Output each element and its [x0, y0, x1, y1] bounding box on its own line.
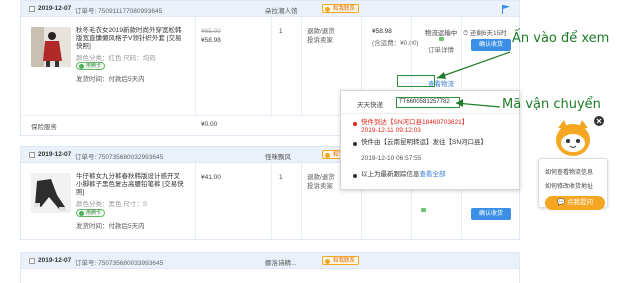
- annotation-click-note: Ấn vào để xem: [512, 31, 610, 46]
- divider: [301, 163, 302, 239]
- contact-seller-button[interactable]: 和我联系: [322, 256, 360, 265]
- order-checkbox[interactable]: [29, 152, 35, 158]
- divider: [301, 17, 302, 115]
- order-total: ¥58.98: [372, 28, 392, 35]
- divider: [195, 17, 196, 115]
- order-header: 2019-12-07 订单号: 750911177080993645 朵拉潮人馆…: [21, 1, 519, 17]
- ask-icon: 💬: [557, 199, 567, 206]
- refund-link[interactable]: 退款/退货: [307, 173, 335, 182]
- tracking-event: 快件到达【SN河口县18469703621】: [361, 119, 469, 126]
- close-icon[interactable]: [594, 116, 604, 126]
- timeline-dot-icon: [353, 142, 357, 146]
- order-status: 物流运输中: [424, 30, 458, 37]
- annotation-tracking-note: Mã vận chuyển: [502, 97, 601, 112]
- order-date: 2019-12-07: [38, 5, 72, 12]
- delivery-note: 发货时间：付款后5天内: [76, 223, 145, 230]
- order-date: 2019-12-07: [38, 257, 72, 264]
- timeline-dot-icon: [353, 122, 357, 126]
- insurance-value: ¥0.00: [201, 121, 218, 128]
- confirm-receipt-button[interactable]: 确认收货: [471, 39, 511, 51]
- tracking-number[interactable]: TT6600581257782: [396, 97, 460, 108]
- insurance-label: 保险服务: [31, 124, 57, 131]
- complain-link[interactable]: 投诉卖家: [307, 36, 333, 45]
- tracking-footer: 以上为最新跟踪信息查看全部: [361, 171, 511, 179]
- assistant-mascot-icon[interactable]: [552, 120, 594, 160]
- divider: [271, 17, 272, 115]
- message-icon: [421, 208, 426, 212]
- check-icon: [78, 64, 84, 69]
- contact-seller-button[interactable]: 和我联系: [322, 4, 360, 13]
- view-all-link[interactable]: 查看全部: [420, 171, 446, 178]
- order-checkbox[interactable]: [29, 6, 35, 12]
- order-date: 2019-12-07: [38, 151, 72, 158]
- order-number: 订单号: 750735680032993645: [75, 154, 164, 161]
- unit-price: ¥41.00: [201, 174, 221, 181]
- badge-label: 用腾卡: [86, 63, 102, 69]
- product-image[interactable]: [31, 173, 71, 213]
- divider: [341, 113, 519, 114]
- clock-icon: ⏱: [463, 30, 470, 37]
- card-badge: 用腾卡: [76, 62, 106, 70]
- product-spec: 颜色分类：黑色 尺寸：S: [76, 201, 148, 208]
- ask-question-button[interactable]: 💬 点我提问: [545, 196, 605, 210]
- card-badge: 用腾卡: [76, 209, 106, 217]
- complain-link[interactable]: 投诉卖家: [307, 182, 333, 191]
- quantity: 1: [279, 174, 283, 181]
- remaining-label: 还剩6天15时: [469, 30, 507, 37]
- refund-link[interactable]: 退款/退货: [307, 27, 335, 36]
- view-logistics-highlight: [397, 75, 435, 87]
- product-spec: 颜色分类：红色 尺码：均码: [76, 55, 156, 62]
- tracking-event-time: 2019-12-11 09:12:03: [361, 127, 421, 134]
- contact-label: 和我联系: [333, 6, 356, 12]
- message-icon: [439, 37, 444, 41]
- badge-label: 用腾卡: [86, 210, 102, 216]
- quantity: 1: [279, 28, 283, 35]
- product-title[interactable]: 秋冬毛衣女2019新款时尚外穿宽松韩版宽直慵懒风格子V领针织外套 [交易快照]: [76, 27, 186, 51]
- check-icon: [78, 211, 84, 216]
- divider: [271, 163, 272, 239]
- product-title[interactable]: 牛仔裤女九分裤春秋韩版设计感开叉小脚裤子黑色复古高腰铅笔裤 [交易快照]: [76, 173, 186, 197]
- contact-label: 和我联系: [333, 258, 356, 264]
- carrier-name: 天天快递: [357, 102, 383, 109]
- order-checkbox[interactable]: [29, 258, 35, 264]
- shop-name[interactable]: 怪咪飘风: [265, 151, 291, 161]
- shop-name[interactable]: 朵拉潮人馆: [265, 5, 298, 15]
- ask-label: 点我提问: [566, 199, 593, 206]
- tracking-event-time: 2019-12-10 06:57:55: [361, 155, 422, 162]
- assistant-question[interactable]: 如何查看物流信息: [545, 167, 593, 176]
- remaining-time: ⏱ 还剩6天15时: [463, 27, 507, 38]
- order-card-3: 2019-12-07 订单号: 750735680033993645 娜洛诗精.…: [20, 252, 520, 283]
- delivery-note: 发货时间：付款后5天内: [76, 76, 145, 83]
- chat-icon: [325, 258, 330, 264]
- timeline-dot-icon: [353, 174, 357, 178]
- order-number: 订单号: 750735680033993645: [75, 260, 164, 267]
- confirm-receipt-button[interactable]: 确认收货: [471, 208, 511, 220]
- unit-price: ¥58.98: [201, 37, 221, 44]
- order-number: 订单号: 750911177080993645: [75, 8, 163, 15]
- original-price: ¥65.00: [201, 28, 221, 35]
- assistant-question[interactable]: 如何修改收货地址: [545, 181, 593, 190]
- product-image[interactable]: [31, 27, 71, 67]
- order-header: 2019-12-07 订单号: 750735680033993645 娜洛诗精.…: [21, 253, 519, 269]
- divider: [195, 163, 196, 239]
- flag-icon[interactable]: [501, 4, 511, 14]
- tracking-footer-text: 以上为最新跟踪信息: [361, 171, 420, 178]
- chat-icon: [325, 6, 330, 12]
- shop-name[interactable]: 娜洛诗精...: [265, 257, 296, 267]
- tracking-event: 快件由【云南昆明转运】发往【SN河口县】: [361, 139, 488, 146]
- chat-icon: [325, 152, 330, 158]
- order-detail-link[interactable]: 订单详情: [416, 44, 466, 54]
- logistics-popup: 天天快递 TT6600581257782 快件到达【SN河口县184697036…: [340, 90, 520, 190]
